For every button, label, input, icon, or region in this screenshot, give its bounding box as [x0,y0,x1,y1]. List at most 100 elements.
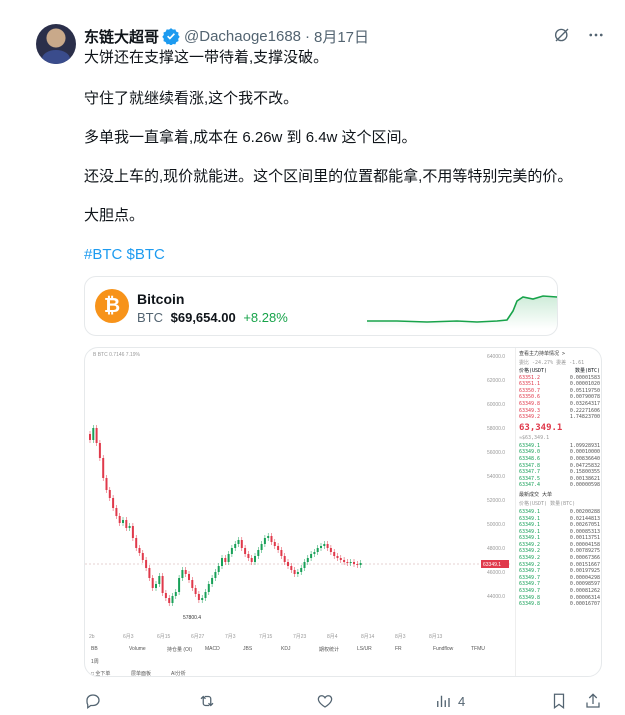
min-label: 57800.4 [183,615,201,621]
chart-tool[interactable]: 期权统计 [319,646,339,653]
candle [339,558,342,560]
bitcoin-price-card[interactable]: ₿ Bitcoin BTC $69,654.00 +8.28% [84,276,558,336]
candle [316,548,319,552]
candle [237,540,240,544]
chart-tool[interactable]: 1周 [91,658,99,665]
candle [197,594,200,600]
candle [234,544,237,548]
post-date[interactable]: 8月17日 [314,26,369,47]
hashtags-link[interactable]: #BTC $BTC [84,245,604,265]
order-row: 63351.2 0.00001583 [519,374,600,381]
candle [95,428,98,443]
col-price-header: 价格(USDT) [519,368,548,374]
candle [108,490,111,498]
bookmark-button[interactable] [550,692,568,710]
avatar[interactable] [36,24,76,64]
handle[interactable]: @Dachaoge1688 [184,28,301,45]
chart-tool[interactable]: BB [91,646,98,652]
chart-tool[interactable]: AI分析 [171,670,186,676]
trades-title[interactable]: 最新成交 大单 [516,489,601,500]
chart-tool[interactable]: KDJ [281,646,290,652]
y-tick-label: 64000.0 [487,354,505,360]
y-tick-label: 58000.0 [487,426,505,432]
candle [141,553,144,560]
repost-button[interactable] [198,692,216,710]
coin-change: +8.28% [243,310,288,325]
tweet-header: 东链大超哥 @Dachaoge1688 · 8月17日 [84,26,605,46]
y-tick-label: 46000.0 [487,570,505,576]
chart-tool[interactable]: Fundflow [433,646,453,652]
candle [145,560,148,568]
paragraph-3: 多单我一直拿着,成本在 6.26w 到 6.4w 这个区间。 [84,129,417,146]
candle [267,536,270,538]
views-button[interactable]: 4 [434,692,465,710]
order-row: 63349.1 1.09928931 [519,442,600,449]
y-tick-label: 56000.0 [487,450,505,456]
last-price-tag: 63349.1 [483,562,501,568]
candle [257,550,260,556]
chart-tool[interactable]: LS/UR [357,646,372,652]
candle [125,520,128,528]
coin-price: $69,654.00 [170,310,236,325]
bitcoin-icon: ₿ [95,289,129,323]
grok-icon[interactable] [553,26,571,44]
candle [178,578,181,592]
chart-tool[interactable]: FR [395,646,402,652]
order-row: 63347.8 0.04725832 [519,462,600,469]
candle [349,562,352,563]
candle [148,568,151,578]
display-name[interactable]: 东链大超哥 [84,26,159,47]
candle [283,556,286,562]
more-options-icon[interactable] [587,26,605,44]
chart-tool[interactable]: 层单面板 [131,670,151,676]
y-tick-label: 54000.0 [487,474,505,480]
order-row: 63349.8 0.03264317 [519,400,600,407]
reply-icon [86,694,100,710]
chart-tool[interactable]: JBS [243,646,252,652]
col-qty-header: 数量(BTC) [574,368,600,374]
x-tick-label: 8月3 [395,634,406,640]
chart-tool[interactable]: Volume [129,646,146,652]
candle [306,558,309,562]
candle [227,554,230,562]
bookmark-icon [553,693,565,710]
share-button[interactable] [584,692,602,710]
candle [250,558,253,562]
candle [184,570,187,574]
like-button[interactable] [316,692,334,710]
chart-tool[interactable]: □ 全下单 [91,670,110,676]
order-book-title[interactable]: 查看主力持单情况 > [516,348,601,359]
trades-list: 63349.1 0.00200288 63349.1 0.02144813 63349.… [516,509,601,608]
candles [89,425,362,606]
candle [122,520,124,523]
order-row: 63349.1 0.00113751 [519,535,600,542]
chart-screenshot-image[interactable]: B BTC 0.7146 7.19% 64000.0 62000.0 60000.0… [84,347,602,677]
candle [171,596,174,603]
candle [346,562,349,563]
order-row: 63349.8 0.00016707 [519,601,600,608]
order-row: 63349.1 0.02144813 [519,515,600,522]
candle [105,478,108,490]
chart-tool[interactable]: TFMU [471,646,485,652]
x-tick-label: 8月14 [361,634,375,640]
reply-button[interactable] [84,692,102,710]
price-sparkline [367,295,557,329]
x-tick-label: 6月15 [157,634,171,640]
separator-dot: · [305,27,310,45]
order-row: 63350.7 0.05119750 [519,387,600,394]
chart-tool[interactable]: 持仓量 (OI) [167,646,192,653]
x-tick-label: 8月4 [327,634,338,640]
chart-tool[interactable]: MACD [205,646,220,652]
order-row: 63349.2 0.00151667 [519,561,600,568]
mid-price: 63,349.1 [519,422,563,433]
candle [224,558,227,562]
order-row: 63347.4 0.00000598 [519,482,600,489]
candle [181,570,184,578]
candle [194,588,197,594]
candlestick-chart: B BTC 0.7146 7.19% 64000.0 62000.0 60000.0… [85,352,510,640]
candle [161,576,164,593]
order-book-panel: 查看主力持单情况 > 委比 -24.27% 委差 -1.61 价格(USDT) 数… [515,348,601,676]
tweet-text: 大饼还在支撑这一带待着,支撑没破。 守住了就继续看涨,这个我不改。 多单我一直拿… [84,48,604,284]
coin-name: Bitcoin [137,291,185,307]
candle [174,592,177,596]
